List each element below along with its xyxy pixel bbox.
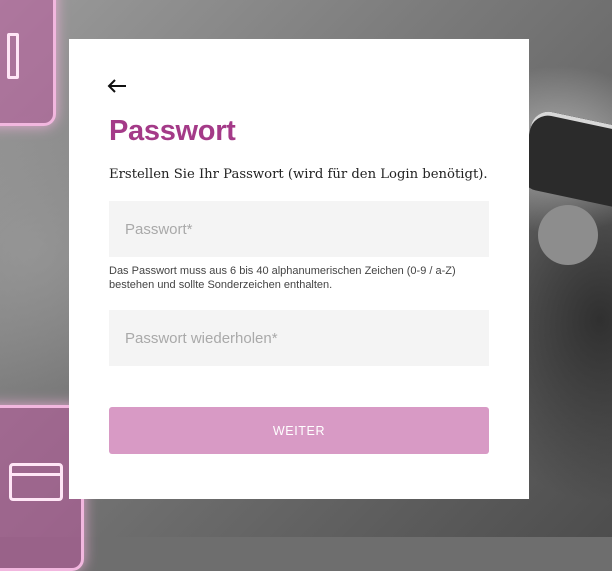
tile-icon [7,33,19,79]
password-repeat-input[interactable] [109,310,489,366]
decorative-tile-top [0,0,56,126]
back-button[interactable] [106,75,128,97]
page-subtitle: Erstellen Sie Ihr Passwort (wird für den… [109,167,488,182]
page-title: Passwort [109,115,236,147]
password-input[interactable] [109,201,489,257]
arrow-left-icon [107,79,126,93]
card-icon [9,463,63,501]
continue-button[interactable]: WEITER [109,407,489,454]
password-hint: Das Passwort muss aus 6 bis 40 alphanume… [109,265,456,291]
thumb [538,205,598,265]
password-card: Passwort Erstellen Sie Ihr Passwort (wir… [69,39,529,499]
